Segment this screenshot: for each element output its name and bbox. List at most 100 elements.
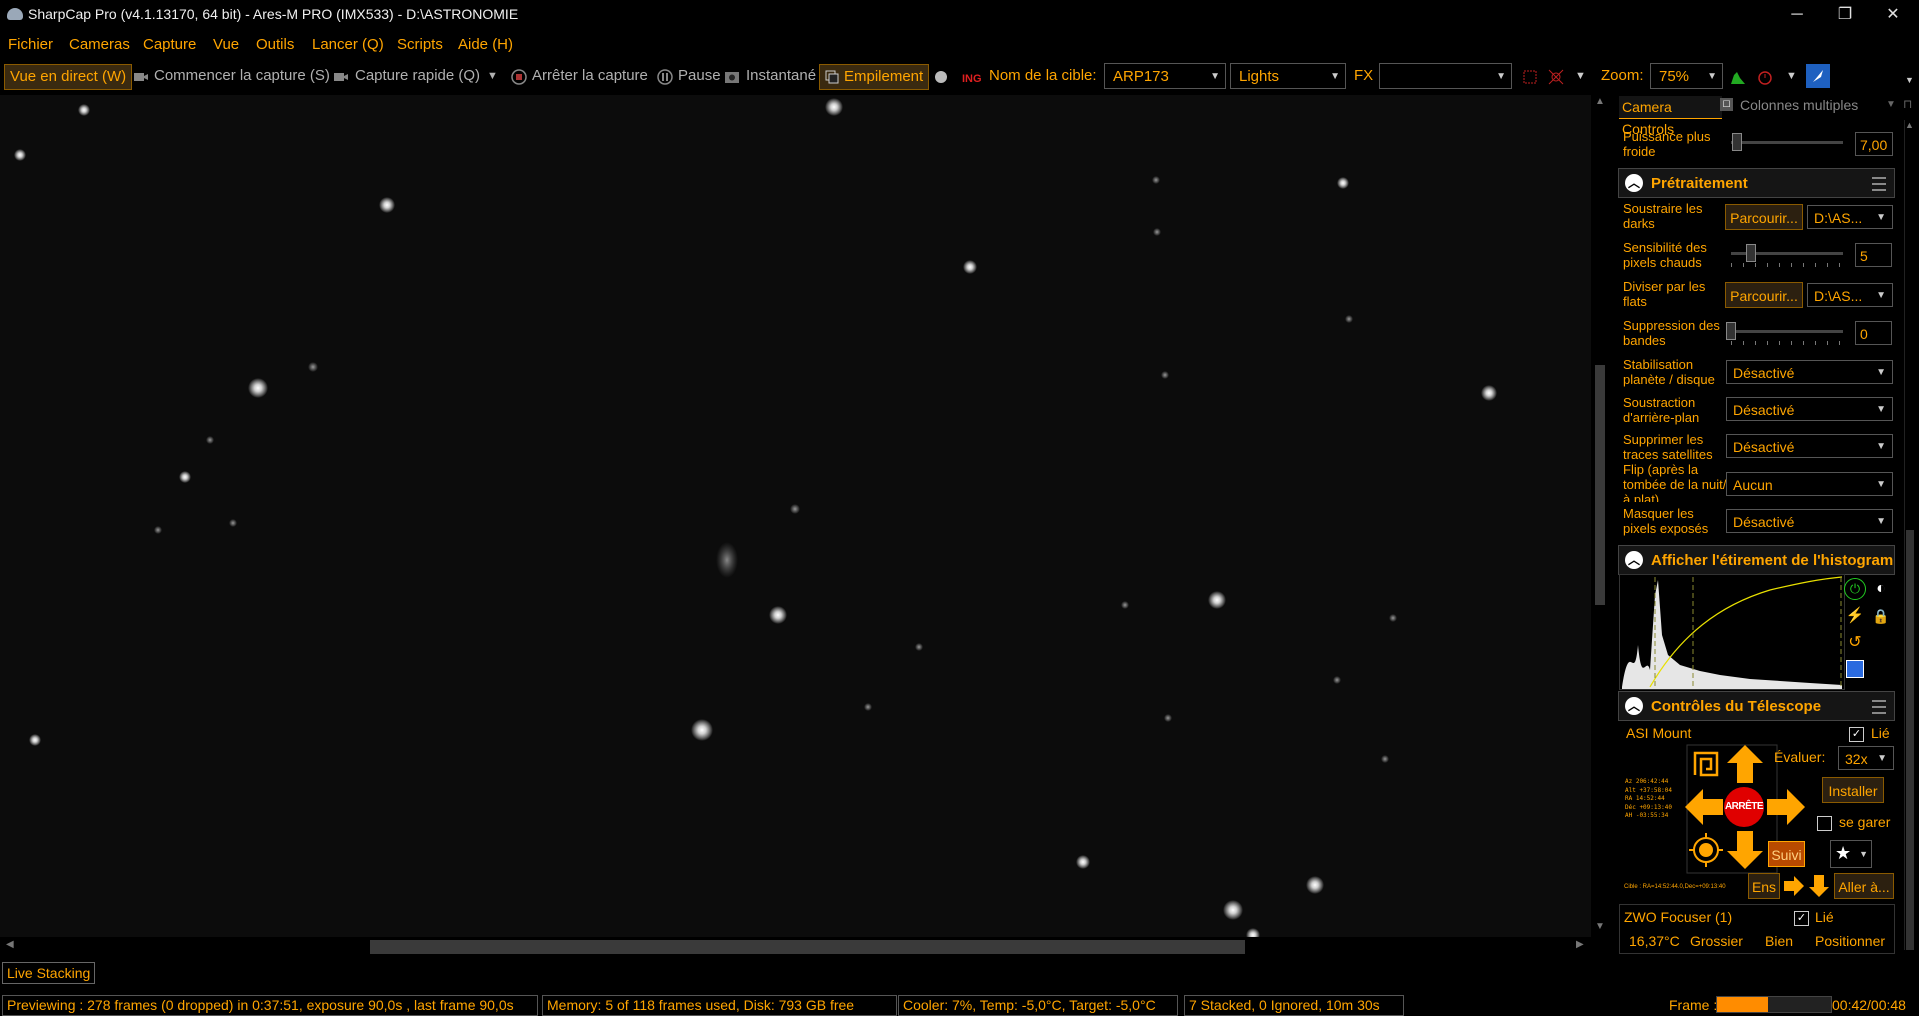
satellite-trails-select[interactable]: Désactivé ▼ xyxy=(1726,434,1893,458)
timer-icon[interactable] xyxy=(1757,69,1773,85)
banding-slider-thumb[interactable] xyxy=(1726,322,1736,340)
section-menu-icon[interactable] xyxy=(1872,700,1886,714)
maximize-button[interactable]: ❐ xyxy=(1822,0,1868,30)
collapse-icon[interactable]: ︿ xyxy=(1625,174,1643,192)
reticle-icon[interactable] xyxy=(1548,69,1564,85)
start-capture-button[interactable]: Commencer la capture (S) xyxy=(154,67,330,84)
star-select[interactable]: ★ ▼ xyxy=(1830,840,1872,868)
preprocessing-header[interactable]: ︿ Prétraitement xyxy=(1618,168,1895,198)
selection-area-icon[interactable] xyxy=(1522,69,1538,85)
focuser-fine-label[interactable]: Bien xyxy=(1765,933,1793,949)
minimize-button[interactable]: ─ xyxy=(1774,0,1820,30)
target-name-combo[interactable]: ARP173 ▼ xyxy=(1104,63,1226,89)
focuser-position-label[interactable]: Positionner xyxy=(1815,933,1885,949)
contrast-icon[interactable]: ◐ xyxy=(1870,578,1892,600)
cooler-power-slider[interactable] xyxy=(1731,141,1843,144)
tab-camera-controls[interactable]: Camera Controls xyxy=(1619,96,1722,137)
mount-linked-checkbox[interactable]: ✓ xyxy=(1849,727,1864,742)
cooler-power-slider-thumb[interactable] xyxy=(1732,133,1742,151)
background-subtraction-select[interactable]: Désactivé ▼ xyxy=(1726,397,1893,421)
collapse-icon[interactable]: ︿ xyxy=(1625,697,1643,715)
quick-capture-dropdown-icon[interactable]: ▼ xyxy=(487,70,498,82)
menu-vue[interactable]: Vue xyxy=(213,36,239,53)
banding-slider[interactable] xyxy=(1731,330,1843,333)
horizontal-scroll-thumb[interactable] xyxy=(370,940,1245,954)
arrow-right-button[interactable] xyxy=(1765,787,1807,827)
flip-select[interactable]: Aucun ▼ xyxy=(1726,472,1893,496)
toolbar-overflow-icon[interactable]: ▼ xyxy=(1905,75,1914,85)
frame-type-combo[interactable]: Lights ▼ xyxy=(1230,63,1346,89)
timer-dropdown-icon[interactable]: ▼ xyxy=(1786,70,1797,82)
scroll-down-icon[interactable]: ▼ xyxy=(1595,921,1605,932)
panel-scroll-up-icon[interactable]: ▲ xyxy=(1905,120,1914,130)
tab-live-stacking[interactable]: Live Stacking xyxy=(2,962,96,984)
reticle-dropdown-icon[interactable]: ▼ xyxy=(1575,70,1586,82)
menu-aide[interactable]: Aide (H) xyxy=(458,36,513,53)
menu-capture[interactable]: Capture xyxy=(143,36,196,53)
scroll-right-icon[interactable]: ▶ xyxy=(1576,939,1584,950)
pin-panel-icon[interactable]: ⊓ xyxy=(1903,97,1912,111)
menu-fichier[interactable]: Fichier xyxy=(8,36,53,53)
mask-pixels-select[interactable]: Désactivé ▼ xyxy=(1726,509,1893,533)
stop-capture-button[interactable]: Arrêter la capture xyxy=(532,67,648,84)
reset-icon[interactable]: ↺ xyxy=(1844,632,1866,654)
stop-button[interactable]: ARRÊTE xyxy=(1724,787,1764,827)
arrow-down-button[interactable] xyxy=(1725,829,1765,871)
menu-scripts[interactable]: Scripts xyxy=(397,36,443,53)
panel-dropdown-icon[interactable]: ▼ xyxy=(1886,99,1896,110)
focuser-linked-checkbox[interactable]: ✓ xyxy=(1794,911,1809,926)
power-icon[interactable]: ⏻ xyxy=(1844,578,1866,600)
hot-pixel-slider-thumb[interactable] xyxy=(1746,244,1756,262)
telescope-header[interactable]: ︿ Contrôles du Télescope xyxy=(1618,691,1895,721)
goto-button[interactable]: Aller à... xyxy=(1834,873,1894,899)
fits-header-icon[interactable]: ING xyxy=(961,69,981,85)
darks-path-select[interactable]: D:\AS... ▼ xyxy=(1807,205,1893,229)
vertical-scroll-thumb[interactable] xyxy=(1595,365,1605,605)
small-arrow-right-icon[interactable] xyxy=(1782,873,1806,899)
fx-combo[interactable]: ▼ xyxy=(1379,63,1512,89)
set-button[interactable]: Ens xyxy=(1748,873,1780,899)
pause-button[interactable]: Pause xyxy=(678,67,721,84)
scroll-left-icon[interactable]: ◀ xyxy=(6,939,14,950)
quick-capture-button[interactable]: Capture rapide (Q) xyxy=(355,67,480,84)
tracking-button[interactable]: Suivi xyxy=(1768,841,1805,867)
multi-column-checkbox[interactable]: ☐ xyxy=(1720,98,1733,111)
snapshot-button[interactable]: Instantané xyxy=(746,67,816,84)
save-icon[interactable] xyxy=(1846,660,1864,678)
flats-path-select[interactable]: D:\AS... ▼ xyxy=(1807,283,1893,307)
lock-icon[interactable]: 🔒 xyxy=(1870,605,1892,627)
park-checkbox[interactable] xyxy=(1817,816,1832,831)
cooler-power-value[interactable]: 7,00 xyxy=(1855,132,1893,156)
histogram-plot[interactable] xyxy=(1619,574,1845,690)
stabilization-select[interactable]: Désactivé ▼ xyxy=(1726,360,1893,384)
spiral-search-icon[interactable] xyxy=(1687,745,1725,783)
close-button[interactable]: ✕ xyxy=(1870,0,1916,30)
image-viewport[interactable] xyxy=(0,95,1596,940)
hot-pixel-value[interactable]: 5 xyxy=(1855,243,1892,267)
browse-flats-button[interactable]: Parcourir... xyxy=(1725,282,1803,308)
small-arrow-down-icon[interactable] xyxy=(1807,873,1831,899)
target-sun-icon[interactable] xyxy=(1687,831,1725,869)
rate-select[interactable]: 32x ▼ xyxy=(1838,746,1894,770)
histogram-header[interactable]: ︿ Afficher l'étirement de l'histogramme xyxy=(1618,545,1895,575)
lightning-icon[interactable]: ⚡ xyxy=(1844,605,1866,627)
section-menu-icon[interactable] xyxy=(1872,177,1886,191)
arrow-left-button[interactable] xyxy=(1683,787,1725,827)
scroll-up-icon[interactable]: ▲ xyxy=(1595,96,1605,107)
browse-darks-button[interactable]: Parcourir... xyxy=(1725,204,1803,230)
menu-lancer[interactable]: Lancer (Q) xyxy=(312,36,384,53)
menu-outils[interactable]: Outils xyxy=(256,36,294,53)
arrow-up-button[interactable] xyxy=(1725,743,1765,785)
moon-icon[interactable] xyxy=(933,69,949,85)
focuser-coarse-label[interactable]: Grossier xyxy=(1690,933,1743,949)
stacking-button[interactable]: Empilement xyxy=(819,64,930,90)
banding-value[interactable]: 0 xyxy=(1855,321,1892,345)
pin-toolbar-button[interactable] xyxy=(1806,64,1830,88)
panel-scroll-thumb[interactable] xyxy=(1906,530,1914,950)
collapse-icon[interactable]: ︿ xyxy=(1625,551,1643,569)
install-button[interactable]: Installer xyxy=(1822,777,1884,803)
zoom-combo[interactable]: 75% ▼ xyxy=(1650,63,1723,89)
histogram-icon[interactable] xyxy=(1730,69,1746,85)
live-view-button[interactable]: Vue en direct (W) xyxy=(4,64,133,90)
menu-cameras[interactable]: Cameras xyxy=(69,36,130,53)
